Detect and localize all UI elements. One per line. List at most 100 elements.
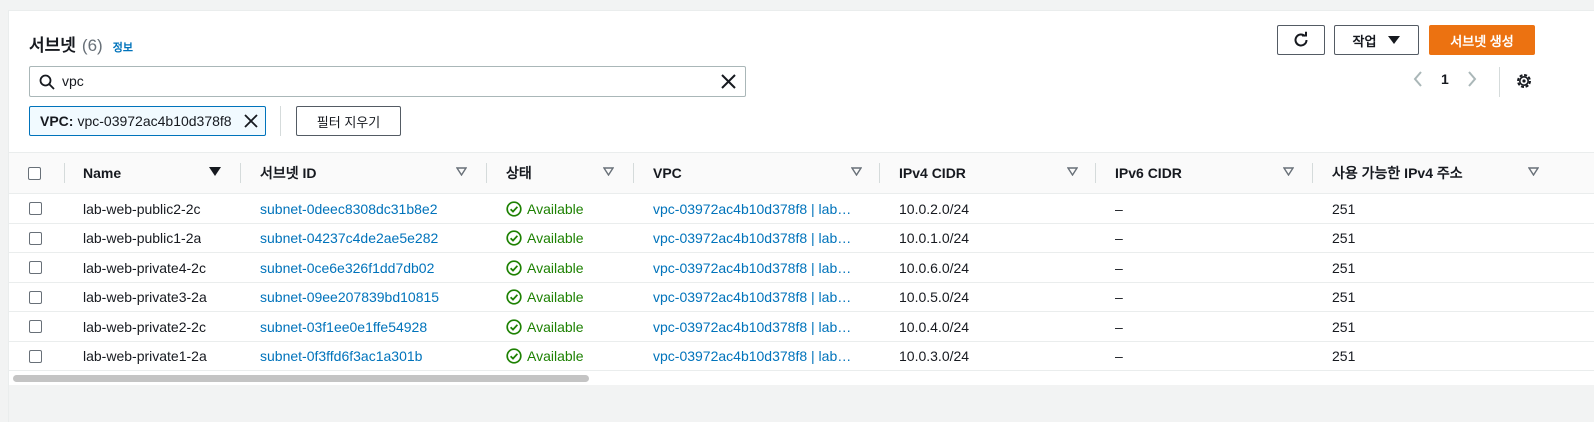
subnet-id-link[interactable]: subnet-0ce6e326f1dd7db02	[260, 253, 434, 282]
column-header-ipv4-cidr[interactable]: IPv4 CIDR	[899, 153, 1084, 193]
subnet-id-link-text[interactable]: subnet-0ce6e326f1dd7db02	[260, 260, 434, 276]
available-ipv4-cell-text: 251	[1332, 200, 1356, 217]
row-checkbox[interactable]	[29, 349, 42, 363]
ipv4-cidr-cell: 10.0.2.0/24	[899, 194, 969, 223]
status-cell-text: Available	[527, 200, 584, 217]
remove-filter-icon[interactable]	[243, 113, 259, 129]
subnet-id-link-text[interactable]: subnet-03f1ee0e1ffe54928	[260, 319, 427, 335]
column-header-status[interactable]: 상태	[506, 153, 621, 193]
ipv6-cidr-cell: –	[1115, 342, 1123, 371]
vpc-link[interactable]: vpc-03972ac4b10d378f8 | lab…	[653, 253, 858, 282]
vpc-link-text[interactable]: vpc-03972ac4b10d378f8 | lab…	[653, 289, 851, 305]
subnet-id-link-text[interactable]: subnet-0deec8308dc31b8e2	[260, 201, 438, 217]
subnet-name-cell: lab-web-private4-2c	[83, 253, 206, 282]
ipv6-cidr-cell-text: –	[1115, 289, 1123, 305]
page-title: 서브넷	[29, 36, 76, 55]
ipv6-cidr-cell: –	[1115, 224, 1123, 253]
vpc-link-text[interactable]: vpc-03972ac4b10d378f8 | lab…	[653, 319, 851, 335]
vpc-link[interactable]: vpc-03972ac4b10d378f8 | lab…	[653, 194, 858, 223]
vpc-link[interactable]: vpc-03972ac4b10d378f8 | lab…	[653, 342, 858, 371]
subnet-id-link-text[interactable]: subnet-04237c4de2ae5e282	[260, 230, 438, 246]
filter-token-key: VPC:	[40, 113, 74, 129]
ipv6-cidr-cell-text: –	[1115, 259, 1123, 276]
column-header-subnet-id[interactable]: 서브넷 ID	[260, 153, 470, 193]
ipv4-cidr-cell-text: 10.0.5.0/24	[899, 289, 970, 305]
panel-footer	[9, 385, 1594, 422]
sort-icon	[1283, 167, 1294, 176]
ipv6-cidr-cell-text: –	[1115, 318, 1123, 335]
column-label: VPC	[653, 165, 682, 181]
ipv6-cidr-cell: –	[1115, 194, 1123, 223]
column-header-vpc[interactable]: VPC	[653, 153, 868, 193]
sort-icon	[603, 167, 614, 176]
row-checkbox[interactable]	[29, 320, 42, 333]
subnets-panel: 서브넷 (6) 정보 작업 서브넷 생성 vpc 1 VPC: vpc-0397…	[8, 10, 1594, 422]
chevron-left-icon[interactable]	[1413, 71, 1423, 87]
column-header-available-ipv4[interactable]: 사용 가능한 IPv4 주소	[1332, 153, 1542, 193]
search-input[interactable]: vpc	[62, 73, 84, 89]
sort-icon	[1067, 167, 1078, 176]
clear-filters-button[interactable]: 필터 지우기	[296, 106, 401, 136]
vpc-link-text[interactable]: vpc-03972ac4b10d378f8 | lab…	[653, 230, 851, 246]
subnet-count: (6)	[81, 36, 103, 55]
subnet-name-cell-text: lab-web-private3-2a	[83, 289, 207, 305]
gear-icon[interactable]	[1515, 72, 1533, 90]
info-link[interactable]: 정보	[113, 39, 133, 55]
available-ipv4-cell-text: 251	[1332, 318, 1356, 335]
column-header-ipv6-cidr[interactable]: IPv6 CIDR	[1115, 153, 1300, 193]
status-cell-text: Available	[527, 318, 584, 335]
ipv4-cidr-cell-text: 10.0.3.0/24	[899, 348, 970, 364]
row-checkbox[interactable]	[29, 290, 42, 304]
vpc-link-text[interactable]: vpc-03972ac4b10d378f8 | lab…	[653, 201, 851, 217]
subnet-id-link-text[interactable]: subnet-0f3ffd6f3ac1a301b	[260, 348, 422, 364]
clear-search-icon[interactable]	[720, 73, 737, 90]
subnet-id-link[interactable]: subnet-0f3ffd6f3ac1a301b	[260, 342, 422, 371]
subnet-id-link[interactable]: subnet-03f1ee0e1ffe54928	[260, 312, 427, 341]
available-ipv4-cell: 251	[1332, 283, 1355, 312]
caret-down-icon	[1388, 36, 1401, 44]
actions-dropdown-button[interactable]: 작업	[1334, 25, 1419, 55]
column-header-name[interactable]: Name	[83, 153, 223, 193]
status-cell: Available	[506, 224, 584, 253]
status-available-icon	[506, 348, 522, 364]
create-subnet-button[interactable]: 서브넷 생성	[1429, 25, 1535, 55]
chevron-right-icon[interactable]	[1467, 71, 1477, 87]
refresh-button[interactable]	[1277, 25, 1325, 55]
row-checkbox-cell	[29, 283, 42, 312]
vpc-link-text[interactable]: vpc-03972ac4b10d378f8 | lab…	[653, 260, 851, 276]
status-cell-text: Available	[527, 289, 584, 305]
available-ipv4-cell: 251	[1332, 312, 1355, 341]
subnet-id-link-text[interactable]: subnet-09ee207839bd10815	[260, 289, 439, 305]
subnet-id-link[interactable]: subnet-0deec8308dc31b8e2	[260, 194, 438, 223]
search-field[interactable]: vpc	[29, 66, 746, 97]
status-cell: Available	[506, 342, 584, 371]
actions-label: 작업	[1352, 33, 1377, 49]
column-divider	[1312, 163, 1313, 183]
table-row[interactable]: lab-web-private2-2c subnet-03f1ee0e1ffe54…	[9, 312, 1594, 342]
sort-icon	[851, 167, 862, 176]
ipv4-cidr-cell-text: 10.0.4.0/24	[899, 318, 970, 335]
vpc-link[interactable]: vpc-03972ac4b10d378f8 | lab…	[653, 224, 858, 253]
row-checkbox[interactable]	[29, 231, 42, 245]
select-all-checkbox[interactable]	[28, 166, 41, 180]
page-number[interactable]: 1	[1441, 71, 1449, 87]
row-checkbox-cell	[29, 312, 42, 341]
table-row[interactable]: lab-web-private4-2c subnet-0ce6e326f1dd7d…	[9, 253, 1594, 283]
status-cell: Available	[506, 283, 584, 312]
table-row[interactable]: lab-web-public1-2a subnet-04237c4de2ae5e2…	[9, 224, 1594, 253]
table-row[interactable]: lab-web-private3-2a subnet-09ee207839bd10…	[9, 283, 1594, 312]
ipv4-cidr-cell: 10.0.4.0/24	[899, 312, 969, 341]
vpc-link-text[interactable]: vpc-03972ac4b10d378f8 | lab…	[653, 348, 851, 364]
scrollbar-thumb[interactable]	[13, 375, 589, 382]
vpc-link[interactable]: vpc-03972ac4b10d378f8 | lab…	[653, 283, 858, 312]
subnet-name-cell-text: lab-web-private2-2c	[83, 318, 206, 335]
table-row[interactable]: lab-web-public2-2c subnet-0deec8308dc31b8…	[9, 194, 1594, 224]
subnet-id-link[interactable]: subnet-04237c4de2ae5e282	[260, 224, 438, 253]
subnet-id-link[interactable]: subnet-09ee207839bd10815	[260, 283, 439, 312]
column-divider	[240, 163, 241, 183]
row-checkbox[interactable]	[29, 261, 42, 274]
table-row[interactable]: lab-web-private1-2a subnet-0f3ffd6f3ac1a3…	[9, 342, 1594, 371]
row-checkbox[interactable]	[29, 202, 42, 215]
ipv4-cidr-cell-text: 10.0.1.0/24	[899, 230, 970, 246]
vpc-link[interactable]: vpc-03972ac4b10d378f8 | lab…	[653, 312, 858, 341]
